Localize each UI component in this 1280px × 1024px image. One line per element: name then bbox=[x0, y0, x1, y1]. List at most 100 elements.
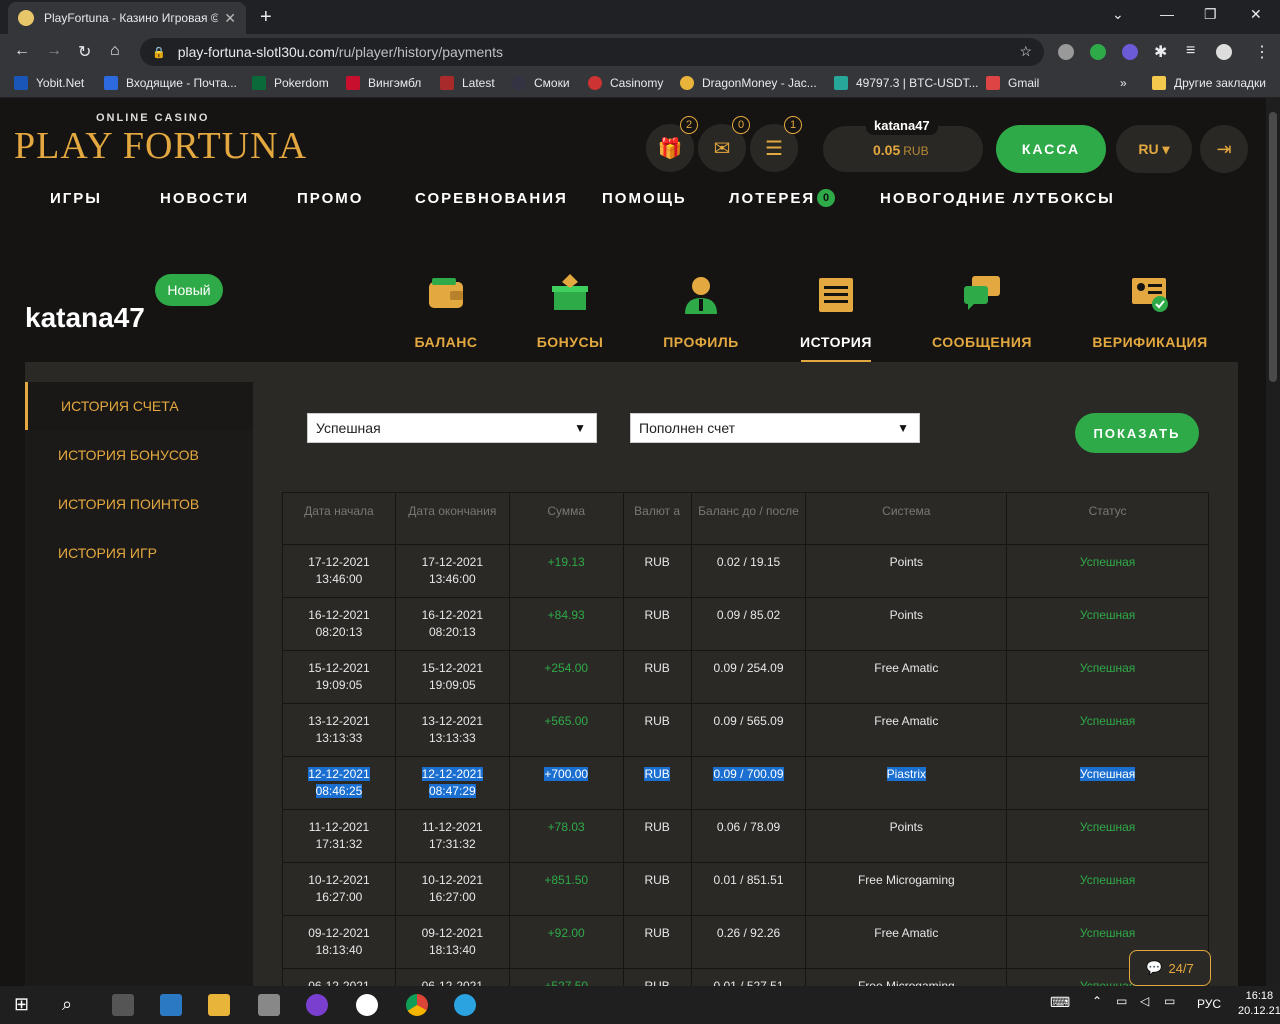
nav-tournaments[interactable]: СОРЕВНОВАНИЯ bbox=[415, 190, 568, 207]
nav-games[interactable]: ИГРЫ bbox=[50, 190, 102, 207]
gift-box-icon bbox=[550, 274, 590, 314]
logout-icon[interactable]: ⇥ bbox=[1200, 125, 1248, 173]
chat-icon: 💬 bbox=[1146, 960, 1163, 975]
cell-end: 16-12-2021 08:20:13 bbox=[394, 597, 510, 651]
chat-bubbles-icon bbox=[962, 274, 1002, 314]
cell-balance: 0.02 / 19.15 bbox=[690, 544, 807, 598]
nav-help[interactable]: ПОМОЩЬ bbox=[602, 190, 687, 207]
green-extension-icon[interactable] bbox=[1090, 44, 1106, 60]
video-editor-icon[interactable] bbox=[112, 994, 134, 1016]
nav-news[interactable]: НОВОСТИ bbox=[160, 190, 249, 207]
balance-currency: RUB bbox=[903, 144, 929, 158]
keyboard-icon[interactable]: ⌨ bbox=[1050, 994, 1072, 1016]
calculator-icon[interactable] bbox=[258, 994, 280, 1016]
input-language[interactable]: РУС bbox=[1197, 997, 1221, 1011]
cell-end: 11-12-2021 17:31:32 bbox=[394, 809, 510, 863]
support-chat-button[interactable]: 💬 24/7 bbox=[1129, 950, 1211, 986]
browser-tab[interactable]: PlayFortuna - Казино Игровая © ✕ bbox=[8, 2, 246, 34]
table-row: 15-12-2021 19:09:05 15-12-2021 19:09:05 +254… bbox=[282, 650, 1209, 704]
cell-amount: +700.00 bbox=[508, 756, 624, 810]
logo-subtitle: ONLINE CASINO bbox=[96, 112, 210, 124]
minimize-icon[interactable]: — bbox=[1160, 6, 1174, 22]
media-control-icon[interactable]: ≡ bbox=[1186, 42, 1195, 60]
show-button[interactable]: ПОКАЗАТЬ bbox=[1075, 413, 1199, 453]
extensions-puzzle-icon[interactable]: ✱ bbox=[1154, 42, 1167, 62]
scrollbar-thumb[interactable] bbox=[1269, 112, 1277, 382]
url-host: play-fortuna-slotl30u.com bbox=[177, 44, 335, 60]
tab-search-icon[interactable]: ⌄ bbox=[1112, 6, 1124, 23]
close-tab-icon[interactable]: ✕ bbox=[224, 10, 236, 27]
language-select[interactable]: RU ▾ bbox=[1116, 125, 1192, 173]
network-icon[interactable]: ▭ bbox=[1116, 994, 1138, 1016]
status-select[interactable]: Успешная ▼ bbox=[307, 413, 597, 443]
cell-balance: 0.01 / 527.51 bbox=[690, 968, 807, 986]
windows-taskbar: ⊞ ⌕ ⌨ ⌃ ▭ ◁ ▭ РУС 16:18 20.12.21 bbox=[0, 986, 1280, 1024]
tab-profile[interactable]: ПРОФИЛЬ bbox=[636, 268, 766, 350]
close-window-icon[interactable]: ✕ bbox=[1250, 6, 1262, 23]
play-fortuna-logo[interactable]: PLAY FORTUNA bbox=[14, 124, 307, 168]
col-end-date: Дата окончания bbox=[394, 492, 510, 545]
page-scrollbar[interactable] bbox=[1266, 98, 1280, 986]
cell-start: 16-12-2021 08:20:13 bbox=[282, 597, 396, 651]
cell-status: Успешная bbox=[1006, 597, 1209, 651]
bookmark-gmail[interactable]: Gmail bbox=[986, 76, 1039, 90]
cell-amount: +19.13 bbox=[508, 544, 624, 598]
sidebar-item-bonus-history[interactable]: ИСТОРИЯ БОНУСОВ bbox=[25, 431, 253, 479]
bookmark-btc-usdt[interactable]: 49797.3 | BTC-USDT... bbox=[834, 76, 979, 90]
other-bookmarks-folder[interactable]: Другие закладки bbox=[1152, 76, 1266, 90]
chrome-icon[interactable] bbox=[406, 994, 428, 1016]
address-bar[interactable]: 🔒 play-fortuna-slotl30u.com/ru/player/hi… bbox=[140, 38, 1044, 66]
search-icon[interactable]: ⌕ bbox=[62, 994, 84, 1016]
volume-icon[interactable]: ◁ bbox=[1140, 994, 1162, 1016]
bookmark-yobit[interactable]: Yobit.Net bbox=[14, 76, 84, 90]
nav-lottery[interactable]: ЛОТЕРЕЯ bbox=[729, 190, 815, 207]
tab-history[interactable]: ИСТОРИЯ bbox=[771, 268, 901, 362]
tab-messages[interactable]: СООБЩЕНИЯ bbox=[917, 268, 1047, 350]
reload-icon[interactable]: ↻ bbox=[78, 42, 91, 62]
telegram-icon[interactable] bbox=[454, 994, 476, 1016]
bookmark-star-icon[interactable]: ☆ bbox=[1019, 43, 1032, 60]
input-icon[interactable]: ▭ bbox=[1164, 994, 1186, 1016]
globe-extension-icon[interactable] bbox=[1058, 44, 1074, 60]
tab-bonuses[interactable]: БОНУСЫ bbox=[505, 268, 635, 350]
file-explorer-icon[interactable] bbox=[208, 994, 230, 1016]
sidebar-item-account-history[interactable]: ИСТОРИЯ СЧЕТА bbox=[25, 382, 253, 430]
maximize-icon[interactable]: ❐ bbox=[1204, 6, 1217, 23]
nav-new-year-lootboxes[interactable]: НОВОГОДНИЕ ЛУТБОКСЫ bbox=[880, 190, 1115, 207]
bookmark-mail[interactable]: Входящие - Почта... bbox=[104, 76, 237, 90]
podcast-app-icon[interactable] bbox=[306, 994, 328, 1016]
type-select[interactable]: Пополнен счет ▼ bbox=[630, 413, 920, 443]
back-icon[interactable]: ← bbox=[14, 42, 30, 60]
sidebar-item-points-history[interactable]: ИСТОРИЯ ПОИНТОВ bbox=[25, 480, 253, 528]
bookmark-wingamble[interactable]: Вингэмбл bbox=[346, 76, 421, 90]
table-row: 12-12-2021 08:46:25 12-12-2021 08:47:29 +700… bbox=[282, 756, 1209, 810]
tab-balance[interactable]: БАЛАНС bbox=[381, 268, 511, 350]
dropdown-arrow-icon: ▼ bbox=[574, 421, 586, 435]
new-tab-icon[interactable]: + bbox=[260, 6, 272, 29]
sidebar-item-games-history[interactable]: ИСТОРИЯ ИГР bbox=[25, 529, 253, 577]
yandex-browser-icon[interactable] bbox=[356, 994, 378, 1016]
bookmark-casinomy[interactable]: Casinomy bbox=[588, 76, 663, 90]
profile-username: katana47 bbox=[25, 302, 145, 333]
tray-overflow-icon[interactable]: ⌃ bbox=[1092, 994, 1114, 1016]
bookmark-dragonmoney[interactable]: DragonMoney - Jac... bbox=[680, 76, 817, 90]
bookmark-smoki[interactable]: Смоки bbox=[512, 76, 570, 90]
status-badge: Новый bbox=[155, 274, 223, 306]
cashier-button[interactable]: КАССА bbox=[996, 125, 1106, 173]
system-clock[interactable]: 16:18 20.12.21 bbox=[1238, 989, 1280, 1019]
cell-end: 17-12-2021 13:46:00 bbox=[394, 544, 510, 598]
url-path: /ru/player/history/payments bbox=[334, 44, 503, 60]
lock-icon[interactable]: 🔒 bbox=[152, 46, 166, 59]
bookmark-latest[interactable]: Latest bbox=[440, 76, 495, 90]
tab-verification[interactable]: ВЕРИФИКАЦИЯ bbox=[1085, 268, 1215, 350]
profile-avatar-icon[interactable] bbox=[1216, 44, 1232, 60]
home-icon[interactable]: ⌂ bbox=[110, 42, 120, 60]
bookmarks-overflow-icon[interactable]: » bbox=[1120, 76, 1127, 90]
bookmark-pokerdom[interactable]: Pokerdom bbox=[252, 76, 329, 90]
windows-start-icon[interactable]: ⊞ bbox=[14, 994, 36, 1016]
chrome-menu-icon[interactable]: ⋮ bbox=[1254, 42, 1270, 62]
nav-promo[interactable]: ПРОМО bbox=[297, 190, 363, 207]
forward-icon[interactable]: → bbox=[46, 42, 62, 60]
contacts-app-icon[interactable] bbox=[160, 994, 182, 1016]
purple-extension-icon[interactable] bbox=[1122, 44, 1138, 60]
